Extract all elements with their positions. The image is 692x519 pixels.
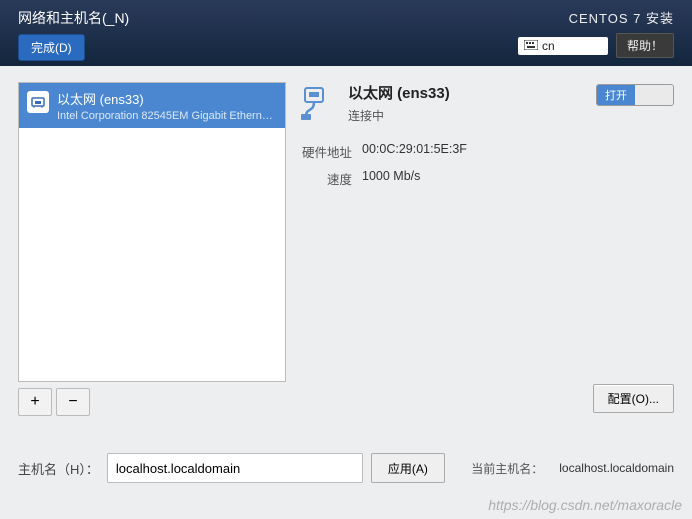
- add-interface-button[interactable]: +: [18, 388, 52, 416]
- connection-toggle-wrap: 打开: [596, 84, 674, 106]
- header: 网络和主机名(_N) 完成(D) CENTOS 7 安装 cn 帮助！: [0, 0, 692, 73]
- property-value: 00:0C:29:01:5E:3F: [362, 142, 467, 161]
- toggle-off-label: [635, 85, 673, 105]
- current-hostname-value: localhost.localdomain: [559, 461, 674, 475]
- hostname-label: 主机名（H）：: [18, 459, 99, 478]
- property-label: 硬件地址: [298, 142, 352, 161]
- header-right-row: cn 帮助！: [518, 33, 674, 58]
- configure-button[interactable]: 配置(O)...: [593, 384, 674, 413]
- connection-toggle[interactable]: 打开: [596, 84, 674, 106]
- page-title: 网络和主机名(_N): [18, 8, 129, 28]
- header-left: 网络和主机名(_N) 完成(D): [18, 8, 129, 61]
- interface-description: Intel Corporation 82545EM Gigabit Ethern…: [57, 110, 277, 122]
- property-value: 1000 Mb/s: [362, 169, 420, 188]
- done-button[interactable]: 完成(D): [18, 34, 85, 61]
- keyboard-layout-label: cn: [542, 39, 555, 53]
- header-right: CENTOS 7 安装 cn 帮助！: [518, 8, 674, 58]
- apply-button[interactable]: 应用(A): [371, 453, 445, 483]
- detail-status: 连接中: [348, 107, 450, 124]
- ethernet-icon: [27, 91, 49, 113]
- detail-title: 以太网 (ens33): [348, 82, 450, 103]
- left-column: 以太网 (ens33) Intel Corporation 82545EM Gi…: [18, 82, 286, 416]
- list-buttons: + −: [18, 388, 286, 416]
- detail-title-block: 以太网 (ens33) 连接中: [348, 82, 450, 124]
- help-button[interactable]: 帮助！: [616, 33, 674, 58]
- keyboard-layout-indicator[interactable]: cn: [518, 37, 608, 55]
- hostname-input[interactable]: [107, 453, 363, 483]
- property-list: 硬件地址 00:0C:29:01:5E:3F 速度 1000 Mb/s: [298, 142, 674, 188]
- installer-title: CENTOS 7 安装: [518, 8, 674, 27]
- keyboard-icon: [524, 39, 538, 53]
- watermark: https://blog.csdn.net/maxoracle: [488, 497, 682, 513]
- interface-name: 以太网 (ens33): [57, 89, 277, 108]
- property-label: 速度: [298, 169, 352, 188]
- interface-list-item[interactable]: 以太网 (ens33) Intel Corporation 82545EM Gi…: [19, 83, 285, 128]
- body-area: 以太网 (ens33) Intel Corporation 82545EM Gi…: [0, 66, 692, 519]
- interface-list[interactable]: 以太网 (ens33) Intel Corporation 82545EM Gi…: [18, 82, 286, 382]
- main-columns: 以太网 (ens33) Intel Corporation 82545EM Gi…: [0, 66, 692, 416]
- interface-texts: 以太网 (ens33) Intel Corporation 82545EM Gi…: [57, 89, 277, 122]
- toggle-on-label: 打开: [597, 85, 635, 105]
- right-column: 以太网 (ens33) 连接中 打开 硬件地址 00:0C:29:01:5E:3…: [298, 82, 674, 416]
- property-row: 速度 1000 Mb/s: [298, 169, 674, 188]
- ethernet-large-icon: [298, 82, 338, 122]
- current-hostname-label: 当前主机名：: [471, 460, 543, 477]
- property-row: 硬件地址 00:0C:29:01:5E:3F: [298, 142, 674, 161]
- hostname-row: 主机名（H）： 应用(A) 当前主机名： localhost.localdoma…: [18, 453, 674, 483]
- remove-interface-button[interactable]: −: [56, 388, 90, 416]
